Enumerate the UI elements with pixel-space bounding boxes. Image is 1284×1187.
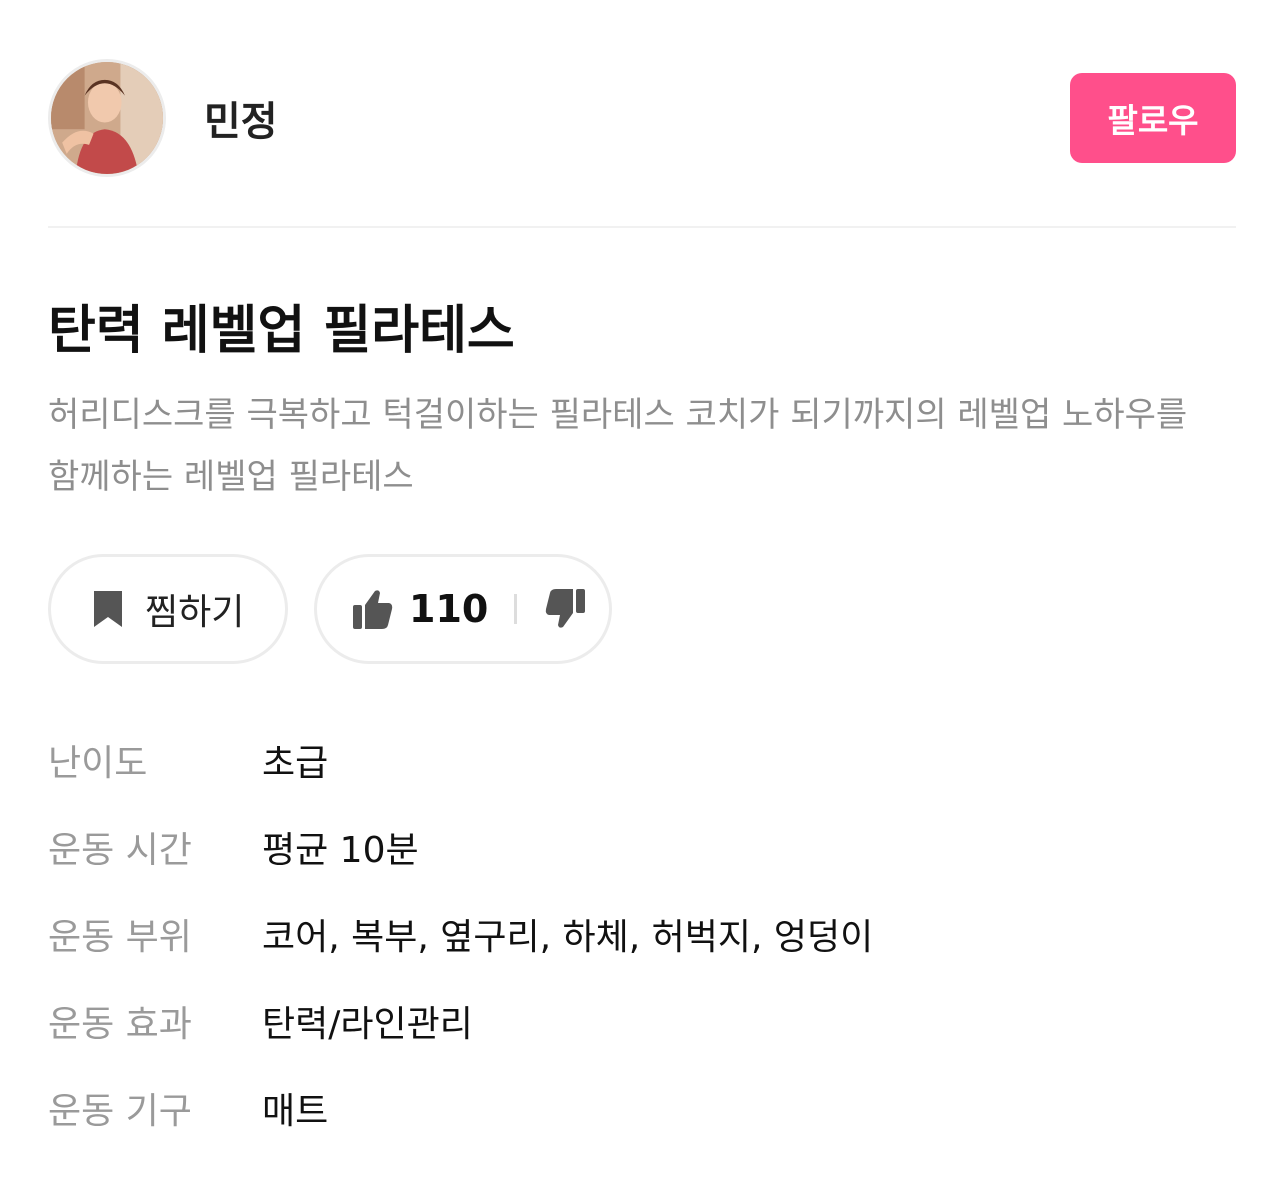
info-value: 평균 10분: [262, 829, 419, 871]
info-label: 운동 효과: [48, 1003, 192, 1045]
bookmark-icon: [91, 589, 125, 629]
divider: [48, 226, 1236, 228]
author-name[interactable]: 민정: [204, 89, 1070, 147]
program-info-list: 난이도 초급 운동 시간 평균 10분 운동 부위 코어, 복부, 옆구리, 하…: [48, 716, 1236, 1151]
author-header: 민정 팔로우: [48, 58, 1236, 178]
info-row-body-parts: 운동 부위 코어, 복부, 옆구리, 하체, 허벅지, 엉덩이: [48, 890, 1236, 977]
bookmark-button[interactable]: 찜하기: [48, 554, 288, 664]
like-dislike-control: 110: [314, 554, 612, 664]
action-bar: 찜하기 110: [48, 554, 612, 664]
follow-button[interactable]: 팔로우: [1070, 73, 1236, 163]
like-count: 110: [409, 587, 489, 631]
info-row-equipment: 운동 기구 매트: [48, 1064, 1236, 1151]
divider: [514, 594, 518, 624]
info-label: 운동 기구: [48, 1090, 192, 1132]
avatar-image: [51, 62, 163, 174]
author-avatar[interactable]: [48, 59, 166, 177]
info-row-difficulty: 난이도 초급: [48, 716, 1236, 803]
info-label: 난이도: [48, 742, 148, 784]
info-label: 운동 부위: [48, 916, 192, 958]
thumbs-down-icon[interactable]: [543, 587, 587, 631]
info-value: 매트: [262, 1090, 329, 1132]
program-title: 탄력 레벨업 필라테스: [48, 301, 515, 361]
info-value: 초급: [262, 742, 329, 784]
bookmark-label: 찜하기: [145, 592, 245, 633]
thumbs-up-icon[interactable]: [351, 587, 395, 631]
info-row-effect: 운동 효과 탄력/라인관리: [48, 977, 1236, 1064]
info-value: 코어, 복부, 옆구리, 하체, 허벅지, 엉덩이: [262, 916, 874, 958]
program-detail-page: 민정 팔로우 탄력 레벨업 필라테스 허리디스크를 극복하고 턱걸이하는 필라테…: [0, 0, 1284, 1187]
info-value: 탄력/라인관리: [262, 1003, 473, 1045]
info-label: 운동 시간: [48, 829, 192, 871]
program-description: 허리디스크를 극복하고 턱걸이하는 필라테스 코치가 되기까지의 레벨업 노하우…: [48, 395, 1188, 497]
info-row-duration: 운동 시간 평균 10분: [48, 803, 1236, 890]
